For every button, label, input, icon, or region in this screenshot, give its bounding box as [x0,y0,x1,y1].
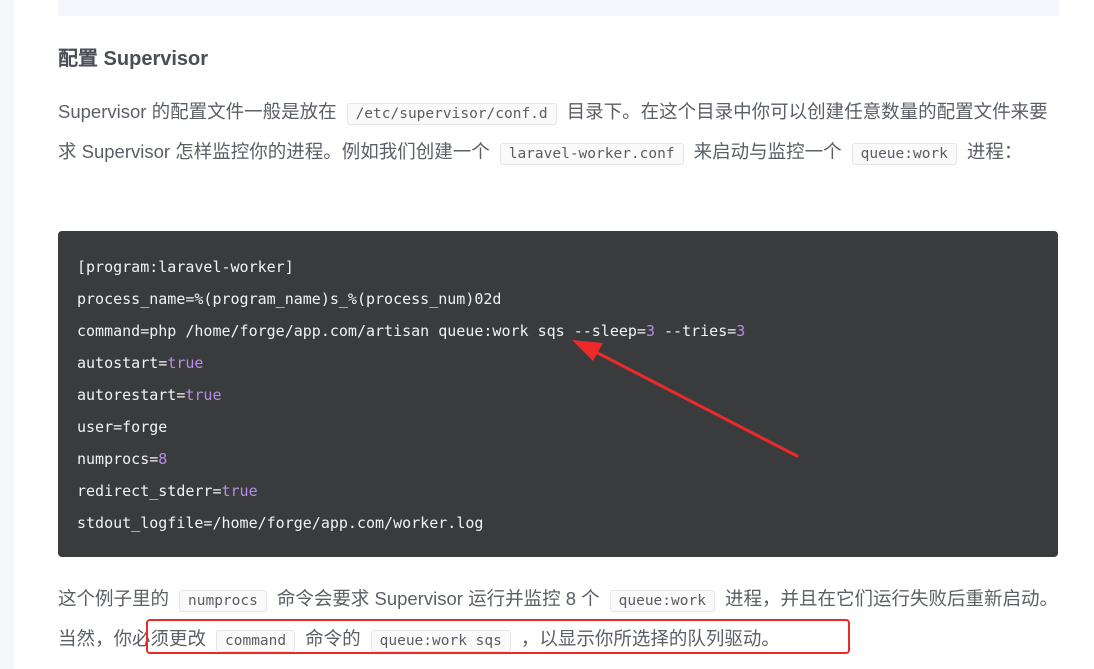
code-line-3: command=php /home/forge/app.com/artisan … [77,322,745,340]
code-line-5: autorestart=true [77,386,222,404]
code-keyword: true [185,386,222,404]
code-line-8: redirect_stderr=true [77,482,258,500]
intro-text-3: 来启动与监控一个 [693,141,842,162]
code-text: command=php /home/forge/app.com/artisan … [77,322,646,340]
code-text: numprocs= [77,450,159,468]
outro-text-2: 命令会要求 Supervisor 运行并监控 8 个 [276,588,600,609]
inline-code-numprocs: numprocs [179,590,267,612]
code-text: autostart= [77,354,168,372]
code-text: process_name=%(program_name)s_%(process_… [77,290,502,308]
code-line-4: autostart=true [77,354,203,372]
section-heading: 配置 Supervisor [58,48,209,70]
code-line-7: numprocs=8 [77,450,167,468]
code-line-2: process_name=%(program_name)s_%(process_… [77,290,501,308]
outro-text-1: 这个例子里的 [58,588,170,609]
code-keyword: true [167,354,204,372]
code-keyword: true [221,482,258,500]
code-number: 3 [645,322,655,340]
code-number: 3 [736,322,746,340]
code-number: 8 [158,450,168,468]
previous-block-edge [58,0,1059,16]
code-line-1: [program:laravel-worker] [77,258,294,276]
left-gutter [0,0,14,669]
code-line-9: stdout_logfile=/home/forge/app.com/worke… [77,514,483,532]
inline-code-conf-dir: /etc/supervisor/conf.d [346,103,557,125]
code-text: [program:laravel-worker] [77,258,294,276]
intro-text-4: 进程： [966,141,1023,162]
code-text: user=forge [77,418,168,436]
annotation-highlight-box [146,619,850,654]
code-line-6: user=forge [77,418,167,436]
intro-paragraph: Supervisor 的配置文件一般是放在/etc/supervisor/con… [58,93,1058,173]
intro-text-1: Supervisor 的配置文件一般是放在 [58,101,337,122]
code-text: --tries= [654,322,737,340]
code-text: redirect_stderr= [77,482,222,500]
code-block: [program:laravel-worker] process_name=%(… [58,231,1058,557]
code-text: stdout_logfile=/home/forge/app.com/worke… [77,514,484,532]
code-text: autorestart= [77,386,186,404]
inline-code-queue-work: queue:work [609,590,715,612]
inline-code-queue-work: queue:work [851,143,957,165]
inline-code-worker-conf: laravel-worker.conf [499,143,684,165]
